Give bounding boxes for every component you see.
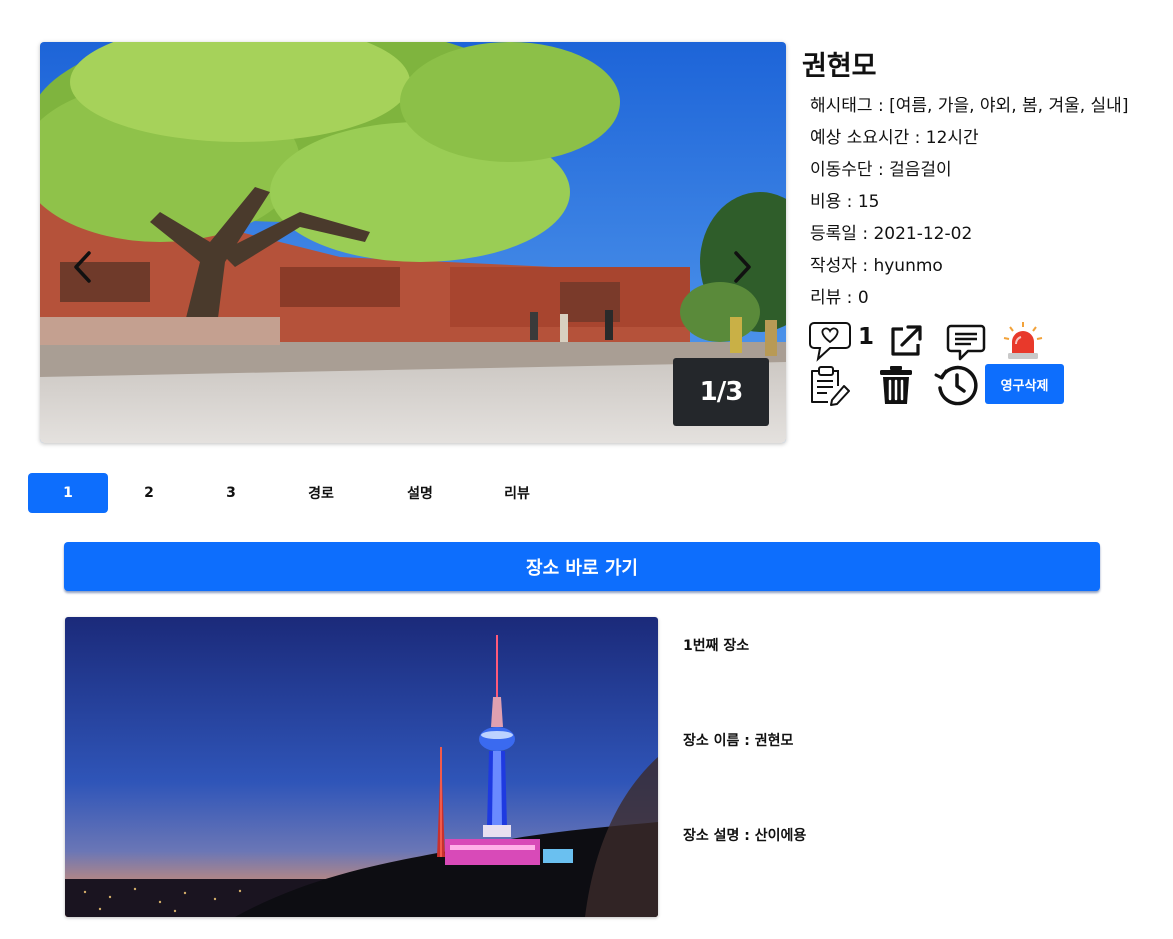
- place-image: [65, 617, 658, 917]
- report-button[interactable]: [1001, 320, 1045, 366]
- place-name: 장소 이름 : 권현모: [683, 730, 793, 750]
- heart-speech-icon: [809, 322, 851, 362]
- edit-button[interactable]: [808, 364, 852, 410]
- info-value: 12시간: [925, 128, 979, 148]
- permanent-delete-button[interactable]: 영구삭제: [985, 364, 1064, 404]
- tab-reviews[interactable]: 리뷰: [477, 473, 557, 513]
- info-label: 비용 :: [810, 192, 858, 212]
- info-value: [여름, 가을, 야외, 봄, 겨울, 실내]: [889, 96, 1129, 116]
- tab-3[interactable]: 3: [191, 473, 271, 513]
- comment-icon: [946, 324, 986, 361]
- go-to-place-button[interactable]: 장소 바로 가기: [64, 542, 1100, 591]
- chevron-right-icon: [734, 251, 751, 283]
- info-author: 작성자 : hyunmo: [810, 254, 1128, 286]
- siren-icon: [1003, 322, 1043, 359]
- post-title: 권현모: [802, 51, 877, 82]
- place-desc-label: 장소 설명 :: [683, 828, 755, 844]
- image-carousel: 1/3: [40, 42, 786, 443]
- trash-icon: [880, 366, 912, 404]
- info-transport: 이동수단 : 걸음걸이: [810, 158, 1128, 190]
- place-desc-value: 산이에용: [754, 828, 807, 844]
- info-value: 0: [857, 288, 869, 308]
- tab-2[interactable]: 2: [109, 473, 189, 513]
- like-button[interactable]: [808, 320, 852, 366]
- info-value: 2021-12-02: [873, 224, 973, 244]
- place-order: 1번째 장소: [683, 638, 750, 654]
- tab-route[interactable]: 경로: [281, 473, 361, 513]
- carousel-counter: 1/3: [673, 358, 769, 426]
- info-label: 이동수단 :: [810, 160, 890, 180]
- info-value: hyunmo: [873, 256, 943, 276]
- info-value: 15: [857, 192, 880, 212]
- info-cost: 비용 : 15: [810, 190, 1128, 222]
- restore-button[interactable]: [934, 364, 978, 410]
- info-hashtag: 해시태그 : [여름, 가을, 야외, 봄, 겨울, 실내]: [810, 94, 1128, 126]
- place-description: 장소 설명 : 산이에용: [683, 825, 806, 845]
- external-link-icon: [891, 325, 922, 356]
- place-name-value: 권현모: [754, 733, 794, 749]
- like-count: 1: [858, 324, 875, 350]
- info-label: 리뷰 :: [810, 288, 858, 308]
- tab-description[interactable]: 설명: [380, 473, 460, 513]
- comment-button[interactable]: [946, 324, 986, 366]
- info-label: 해시태그 :: [810, 96, 890, 116]
- place-name-label: 장소 이름 :: [683, 733, 755, 749]
- info-reviews: 리뷰 : 0: [810, 286, 1128, 318]
- place-photo: [65, 617, 658, 917]
- info-value: 걸음걸이: [889, 160, 952, 180]
- share-button[interactable]: [888, 323, 924, 363]
- info-label: 등록일 :: [810, 224, 874, 244]
- delete-button[interactable]: [878, 364, 914, 410]
- chevron-left-icon: [74, 251, 91, 283]
- info-label: 예상 소요시간 :: [810, 128, 926, 148]
- history-icon: [934, 365, 978, 406]
- info-date: 등록일 : 2021-12-02: [810, 222, 1128, 254]
- edit-clipboard-icon: [811, 366, 850, 406]
- post-info-list: 해시태그 : [여름, 가을, 야외, 봄, 겨울, 실내] 예상 소요시간 :…: [810, 94, 1128, 318]
- carousel-prev-button[interactable]: [67, 247, 97, 287]
- info-duration: 예상 소요시간 : 12시간: [810, 126, 1128, 158]
- info-label: 작성자 :: [810, 256, 874, 276]
- carousel-next-button[interactable]: [728, 247, 758, 287]
- tab-1[interactable]: 1: [28, 473, 108, 513]
